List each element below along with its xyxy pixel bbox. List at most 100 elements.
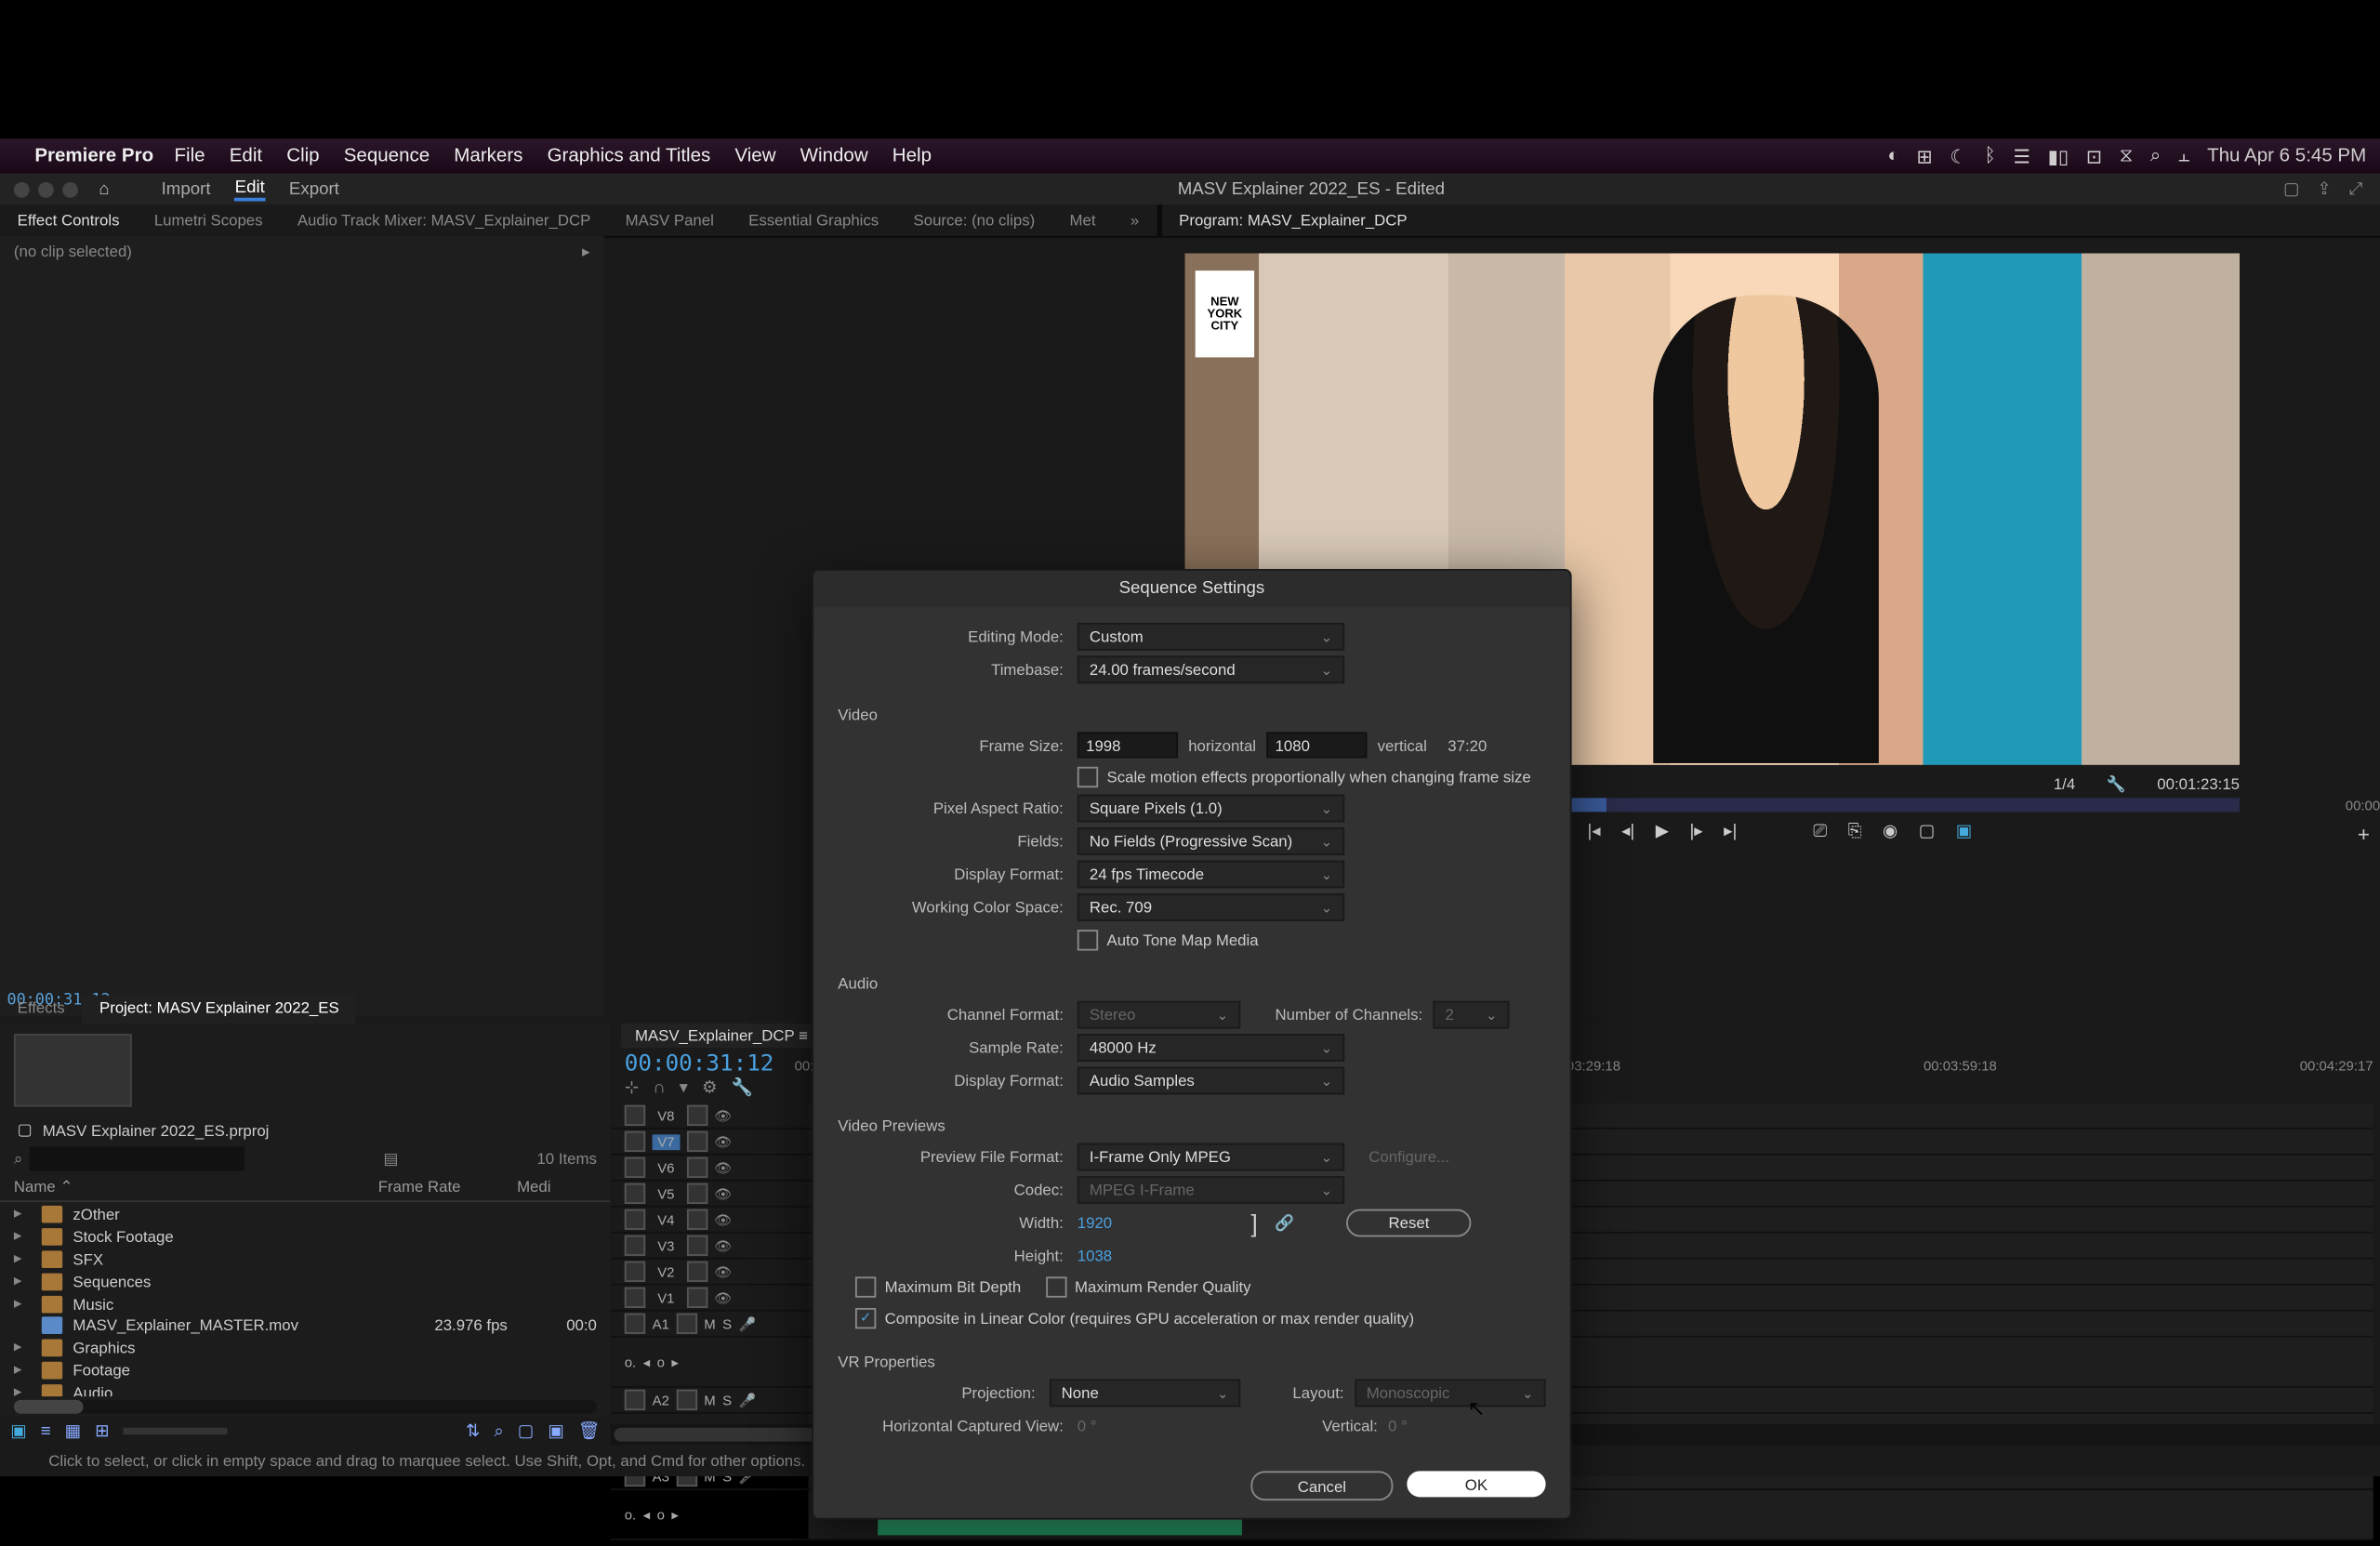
project-item[interactable]: ▸Stock Footage [0,1224,611,1247]
project-hscroll[interactable] [14,1400,597,1414]
tab-program[interactable]: Program: MASV_Explainer_DCP [1161,212,1424,230]
export-frame-icon[interactable]: ▢ [1919,822,1936,841]
sample-rate-select[interactable]: 48000 Hz⌄ [1078,1034,1344,1062]
tab-lumetri-scopes[interactable]: Lumetri Scopes [137,212,280,230]
frame-width-input[interactable]: 1998 [1078,732,1178,758]
icon-view-icon[interactable]: ▦ [65,1421,82,1441]
bluetooth-icon[interactable]: ᛒ [1985,146,1996,166]
tab-project[interactable]: Project: MASV Explainer 2022_ES [82,996,356,1024]
share-icon[interactable]: ⇪ [2317,179,2332,199]
settings-icon[interactable]: ⚙ [702,1079,718,1099]
wrench-icon[interactable]: 🔧 [732,1079,753,1099]
play-icon[interactable]: ▶ [1656,822,1669,841]
col-name[interactable]: Name ⌃ [14,1178,378,1197]
menu-window[interactable]: Window [800,146,868,166]
col-media[interactable]: Medi [517,1178,550,1197]
tray-icon[interactable]: ⊞ [1917,145,1933,167]
max-bit-depth-checkbox[interactable] [855,1275,876,1296]
new-item-icon[interactable]: ▣ [548,1421,564,1441]
menu-edit[interactable]: Edit [230,146,262,166]
home-icon[interactable]: ⌂ [99,179,109,199]
tray-icon[interactable]: ◐ [1887,146,1898,166]
minimize-icon[interactable] [38,181,54,197]
timebase-select[interactable]: 24.00 frames/second⌄ [1078,655,1344,683]
timeline-timecode[interactable]: 00:00:31:12 [625,1051,774,1077]
pixel-aspect-select[interactable]: Square Pixels (1.0)⌄ [1078,795,1344,823]
quick-export-icon[interactable]: ▢ [2283,179,2300,199]
tab-effect-controls[interactable]: Effect Controls [0,212,137,230]
project-item[interactable]: ▸Graphics [0,1336,611,1358]
workspace-export[interactable]: Export [289,179,339,199]
project-list[interactable]: ▸zOther▸Stock Footage▸SFX▸Sequences▸Musi… [0,1202,611,1396]
cancel-button[interactable]: Cancel [1250,1471,1393,1500]
camera-icon[interactable]: ◉ [1883,822,1897,841]
tab-overflow-icon[interactable]: » [1113,212,1157,230]
tab-masv-panel[interactable]: MASV Panel [608,212,732,230]
editing-mode-select[interactable]: Custom⌄ [1078,623,1344,651]
project-thumbnail[interactable] [14,1034,132,1106]
audio-display-format-select[interactable]: Audio Samples⌄ [1078,1067,1344,1095]
preview-width[interactable]: 1920 [1078,1214,1112,1232]
fields-select[interactable]: No Fields (Progressive Scan)⌄ [1078,827,1344,855]
auto-tone-map-checkbox[interactable] [1078,929,1098,949]
menubar-datetime[interactable]: Thu Apr 6 5:45 PM [2207,146,2366,166]
reset-button[interactable]: Reset [1346,1209,1471,1237]
step-forward-icon[interactable]: |▸ [1689,822,1702,841]
folder-icon[interactable]: ▤ [383,1149,398,1169]
menu-clip[interactable]: Clip [286,146,319,166]
extract-icon[interactable]: ⎘ [1848,822,1862,841]
arrow-icon[interactable]: ▸ [582,243,589,262]
marker-icon[interactable]: ▾ [680,1079,688,1099]
workspace-import[interactable]: Import [162,179,211,199]
project-item[interactable]: MASV_Explainer_MASTER.mov23.976 fps00:0 [0,1315,611,1335]
maximize-icon[interactable]: ⤢ [2349,179,2363,199]
tab-metadata[interactable]: Met [1052,212,1113,230]
out-point-icon[interactable]: ▸| [1724,822,1737,841]
project-item[interactable]: ▸zOther [0,1202,611,1224]
control-center-icon[interactable]: ⫠ [2178,145,2189,167]
color-space-select[interactable]: Rec. 709⌄ [1078,893,1344,921]
sort-icon[interactable]: ⇅ [466,1421,481,1441]
project-item[interactable]: ▸Audio [0,1381,611,1396]
tray-icon[interactable]: ☰ [2013,145,2030,167]
list-view-icon[interactable]: ≡ [41,1421,51,1441]
project-item[interactable]: ▸SFX [0,1248,611,1270]
frame-height-input[interactable]: 1080 [1266,732,1367,758]
new-bin-icon[interactable]: ▢ [518,1421,535,1441]
tray-icon[interactable]: ⊡ [2086,145,2102,167]
wrench-icon[interactable]: 🔧 [2107,774,2126,794]
tray-icon[interactable]: ☾ [1950,145,1966,167]
max-render-quality-checkbox[interactable] [1045,1275,1065,1296]
tab-essential-graphics[interactable]: Essential Graphics [732,212,896,230]
comparison-icon[interactable]: ▣ [1956,822,1973,841]
add-button-icon[interactable]: + [2358,822,2370,846]
new-item-icon[interactable]: ▣ [10,1421,27,1441]
menu-help[interactable]: Help [892,146,932,166]
preview-format-select[interactable]: I-Frame Only MPEG⌄ [1078,1143,1344,1171]
menu-graphics[interactable]: Graphics and Titles [548,146,711,166]
freeform-icon[interactable]: ⊞ [95,1421,110,1441]
display-format-select[interactable]: 24 fps Timecode⌄ [1078,861,1344,889]
composite-linear-checkbox[interactable]: ✓ [855,1307,876,1328]
search-icon[interactable]: ⌕ [2150,145,2162,167]
menu-file[interactable]: File [175,146,205,166]
timeline-sequence-tab[interactable]: MASV_Explainer_DCP ≡ [621,1024,822,1048]
scale-motion-checkbox[interactable] [1078,766,1098,786]
menu-markers[interactable]: Markers [454,146,522,166]
trash-icon[interactable]: 🗑 [578,1421,601,1441]
link-icon[interactable]: 🔗 [1275,1213,1294,1233]
col-framerate[interactable]: Frame Rate [378,1178,517,1197]
find-icon[interactable]: ⌕ [494,1421,503,1441]
workspace-edit[interactable]: Edit [235,178,265,200]
project-item[interactable]: ▸Footage [0,1358,611,1381]
program-zoom[interactable]: 1/4 [2054,775,2075,793]
in-point-icon[interactable]: |◂ [1587,822,1600,841]
project-item[interactable]: ▸Music [0,1292,611,1315]
tray-icon[interactable]: ⧖ [2120,145,2133,167]
snap-icon[interactable]: ⊹ [625,1079,640,1099]
menu-view[interactable]: View [734,146,775,166]
link-icon[interactable]: ∩ [653,1079,665,1099]
step-back-icon[interactable]: ◂| [1621,822,1634,841]
search-icon[interactable]: ⌕ [14,1149,22,1169]
project-search-input[interactable] [30,1146,245,1170]
